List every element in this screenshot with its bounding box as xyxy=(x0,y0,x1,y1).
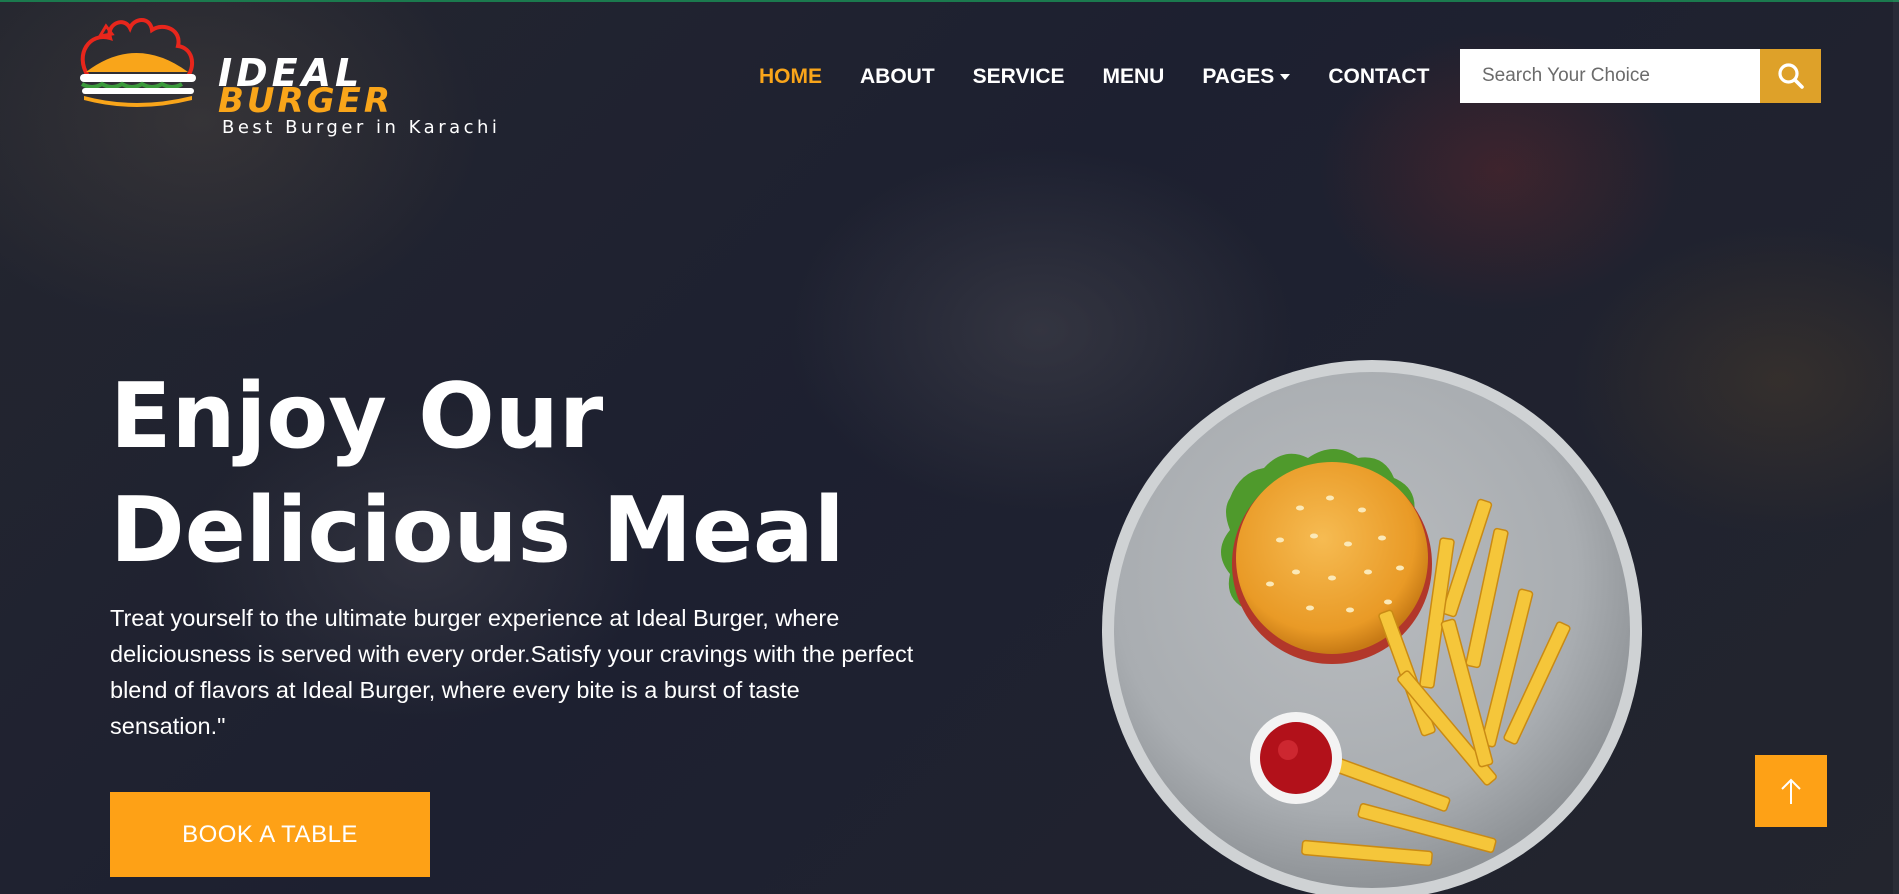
nav-item-service[interactable]: SERVICE xyxy=(973,65,1065,89)
logo-word-burger: BURGER xyxy=(218,81,394,121)
search-button[interactable] xyxy=(1760,49,1821,103)
main-nav: HOME ABOUT SERVICE MENU PAGES CONTACT xyxy=(759,62,1467,92)
arrow-up-icon xyxy=(1781,778,1801,804)
nav-item-label: MENU xyxy=(1102,65,1165,88)
book-table-button[interactable]: BOOK A TABLE xyxy=(110,792,430,877)
top-border xyxy=(0,0,1899,2)
logo-tagline: Best Burger in Karachi xyxy=(222,117,501,138)
nav-item-label: ABOUT xyxy=(860,65,935,88)
search-input[interactable] xyxy=(1460,49,1760,103)
nav-item-contact[interactable]: CONTACT xyxy=(1328,65,1429,89)
nav-item-menu[interactable]: MENU xyxy=(1103,65,1165,89)
search-icon xyxy=(1777,63,1804,89)
nav-item-home[interactable]: HOME xyxy=(759,65,822,89)
burger-fries-plate-icon xyxy=(1102,360,1642,894)
hero-title-line1: Enjoy Our xyxy=(110,364,604,469)
nav-item-about[interactable]: ABOUT xyxy=(860,65,935,89)
nav-item-label: HOME xyxy=(759,65,822,88)
nav-item-label: CONTACT xyxy=(1328,65,1430,88)
brand-logo[interactable]: IDEAL BURGER Best Burger in Karachi xyxy=(70,14,530,138)
hero-title-line2: Delicious Meal xyxy=(110,478,845,583)
hero-description: Treat yourself to the ultimate burger ex… xyxy=(110,605,914,739)
nav-item-label: SERVICE xyxy=(972,65,1065,88)
page-scrollbar[interactable] xyxy=(1893,0,1899,894)
hero-title: Enjoy Our Delicious Meal xyxy=(110,360,910,588)
nav-item-pages[interactable]: PAGES xyxy=(1202,65,1291,89)
nav-item-label: PAGES xyxy=(1202,65,1275,88)
chevron-down-icon xyxy=(1280,74,1291,80)
burger-logo-icon xyxy=(80,18,196,107)
back-to-top-button[interactable] xyxy=(1755,755,1827,827)
